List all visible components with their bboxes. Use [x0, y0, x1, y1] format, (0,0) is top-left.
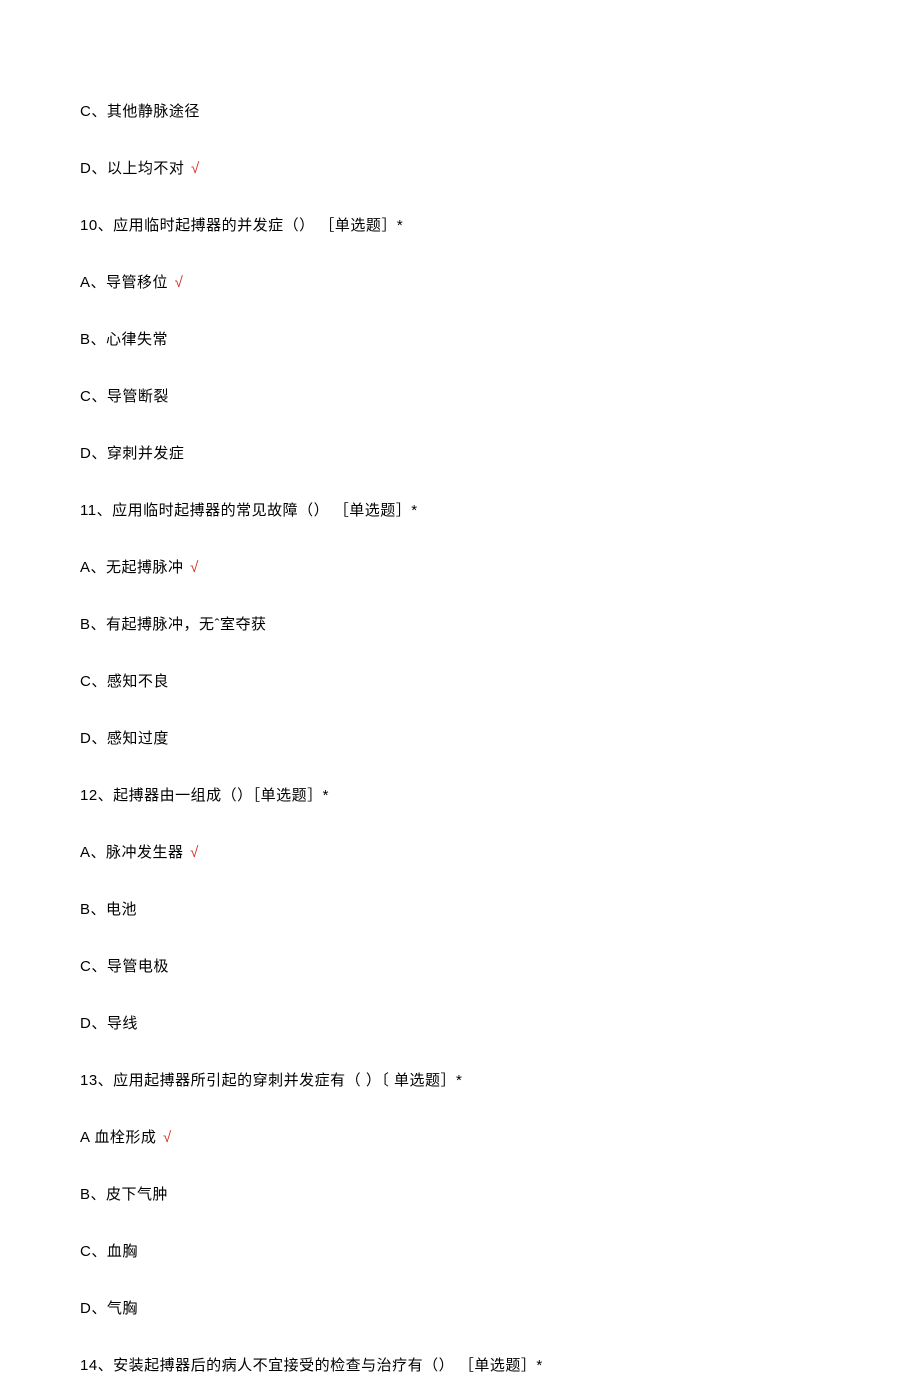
text-line: A、无起搏脉冲 √ — [80, 556, 840, 577]
line-text: B、心律失常 — [80, 331, 168, 348]
text-line: B、电池 — [80, 898, 840, 919]
text-line: A、脉冲发生器 √ — [80, 841, 840, 862]
line-text: 14、安装起搏器后的病人不宜接受的检查与治疗有（） ［单选题］* — [80, 1357, 543, 1374]
text-line: B、有起搏脉冲，无ˆ室夺获 — [80, 613, 840, 634]
checkmark-icon: √ — [186, 559, 199, 576]
line-text: A 血栓形成 — [80, 1129, 156, 1146]
text-line: C、导管断裂 — [80, 385, 840, 406]
checkmark-icon: √ — [186, 160, 199, 177]
text-line: D、感知过度 — [80, 727, 840, 748]
text-line: A 血栓形成 √ — [80, 1126, 840, 1147]
line-text: C、导管断裂 — [80, 388, 169, 405]
line-text: C、导管电极 — [80, 958, 169, 975]
document-content: C、其他静脉途径 D、以上均不对 √ 10、应用临时起搏器的并发症（） ［单选题］*… — [80, 100, 840, 1375]
text-line: C、感知不良 — [80, 670, 840, 691]
checkmark-icon: √ — [186, 844, 199, 861]
text-line: 11、应用临时起搏器的常见故障（） ［单选题］* — [80, 499, 840, 520]
text-line: C、血胸 — [80, 1240, 840, 1261]
text-line: 13、应用起搏器所引起的穿刺并发症有（ ）〔 单选题］* — [80, 1069, 840, 1090]
text-line: C、其他静脉途径 — [80, 100, 840, 121]
text-line: D、穿刺并发症 — [80, 442, 840, 463]
line-text: B、皮下气肿 — [80, 1186, 168, 1203]
checkmark-icon: √ — [158, 1129, 171, 1146]
text-line: 14、安装起搏器后的病人不宜接受的检查与治疗有（） ［单选题］* — [80, 1354, 840, 1375]
line-text: D、穿刺并发症 — [80, 445, 184, 462]
checkmark-icon: √ — [170, 274, 183, 291]
text-line: B、心律失常 — [80, 328, 840, 349]
line-text: B、有起搏脉冲，无ˆ室夺获 — [80, 616, 267, 633]
line-text: A、无起搏脉冲 — [80, 559, 184, 576]
text-line: D、气胸 — [80, 1297, 840, 1318]
text-line: 10、应用临时起搏器的并发症（） ［单选题］* — [80, 214, 840, 235]
text-line: A、导管移位 √ — [80, 271, 840, 292]
line-text: D、导线 — [80, 1015, 138, 1032]
text-line: B、皮下气肿 — [80, 1183, 840, 1204]
text-line: C、导管电极 — [80, 955, 840, 976]
line-text: A、脉冲发生器 — [80, 844, 184, 861]
line-text: D、感知过度 — [80, 730, 169, 747]
line-text: 10、应用临时起搏器的并发症（） ［单选题］* — [80, 217, 403, 234]
line-text: C、其他静脉途径 — [80, 103, 200, 120]
line-text: C、感知不良 — [80, 673, 169, 690]
line-text: B、电池 — [80, 901, 137, 918]
text-line: D、导线 — [80, 1012, 840, 1033]
line-text: C、血胸 — [80, 1243, 138, 1260]
text-line: 12、起搏器由一组成（）［单选题］* — [80, 784, 840, 805]
line-text: D、气胸 — [80, 1300, 138, 1317]
line-text: 11、应用临时起搏器的常见故障（） ［单选题］* — [80, 502, 418, 519]
line-text: A、导管移位 — [80, 274, 168, 291]
line-text: 13、应用起搏器所引起的穿刺并发症有（ ）〔 单选题］* — [80, 1072, 462, 1089]
line-text: D、以上均不对 — [80, 160, 184, 177]
text-line: D、以上均不对 √ — [80, 157, 840, 178]
line-text: 12、起搏器由一组成（）［单选题］* — [80, 787, 329, 804]
